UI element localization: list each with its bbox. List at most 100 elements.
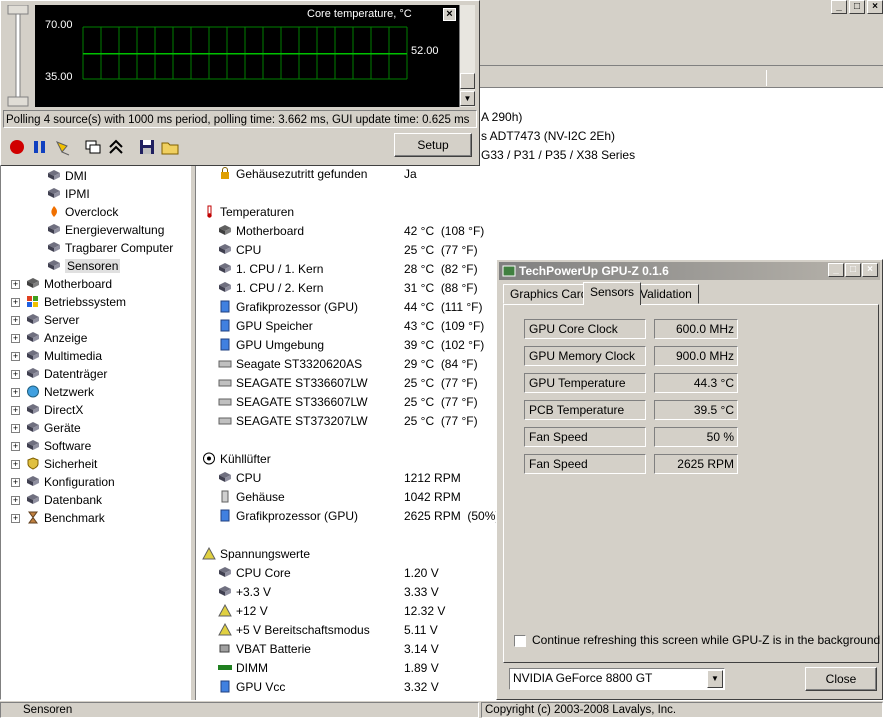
gpuz-minimize-button[interactable]: _: [828, 263, 844, 277]
monitor-icon: [26, 331, 44, 345]
expand-icon[interactable]: +: [11, 388, 20, 397]
sensor-row[interactable]: CPU Core: [218, 564, 291, 583]
sensor-row[interactable]: Grafikprozessor (GPU): [218, 298, 358, 317]
setup-button[interactable]: Setup: [394, 133, 472, 157]
expand-icon[interactable]: +: [11, 370, 20, 379]
gpuz-titlebar[interactable]: TechPowerUp GPU-Z 0.1.6 _ □ ×: [499, 262, 880, 280]
sensor-row[interactable]: SEAGATE ST373207LW: [218, 412, 368, 431]
expand-icon[interactable]: +: [11, 424, 20, 433]
expand-icon[interactable]: +: [11, 460, 20, 469]
minimize-button[interactable]: _: [831, 0, 847, 14]
tree-item[interactable]: + Multimedia: [11, 347, 102, 366]
scrollbar-thumb[interactable]: [460, 73, 475, 89]
laptop-icon: [47, 241, 65, 255]
gpuz-close-icon[interactable]: ×: [862, 263, 878, 277]
close-button[interactable]: Close: [805, 667, 877, 691]
tree-item[interactable]: + Benchmark: [11, 509, 105, 528]
maximize-button[interactable]: □: [849, 0, 865, 14]
expand-icon[interactable]: +: [11, 478, 20, 487]
section-header[interactable]: Spannungswerte: [202, 545, 310, 564]
tab-validation[interactable]: Validation: [633, 284, 699, 304]
sensor-row[interactable]: GPU Speicher: [218, 317, 313, 336]
tree-item[interactable]: + Server: [11, 311, 79, 330]
sensor-row[interactable]: Gehäusezutritt gefunden: [218, 165, 367, 184]
windows-icon[interactable]: [83, 137, 103, 157]
graphics-card-select[interactable]: NVIDIA GeForce 8800 GT ▼: [509, 668, 725, 690]
sensor-row[interactable]: VBAT Batterie: [218, 640, 311, 659]
sensor-row[interactable]: 1. CPU / 1. Kern: [218, 260, 323, 279]
sensor-row[interactable]: +3.3 V: [218, 583, 271, 602]
record-icon[interactable]: [7, 137, 27, 157]
tree-item[interactable]: + Konfiguration: [11, 473, 115, 492]
expand-icon[interactable]: +: [11, 514, 20, 523]
section-header[interactable]: Kühllüfter: [202, 450, 271, 469]
tab-graphics-card[interactable]: Graphics Card: [503, 284, 595, 304]
sensor-label: Fan Speed: [524, 454, 646, 474]
expand-icon[interactable]: +: [11, 352, 20, 361]
tree-item[interactable]: + Software: [11, 437, 91, 456]
expand-icon[interactable]: +: [11, 298, 20, 307]
sensor-graph-window: 70.00 35.00 52.00 Core temperature, °C ×…: [0, 0, 480, 166]
tree-item[interactable]: + Geräte: [11, 419, 81, 438]
sensor-value: 43 °C (109 °F): [404, 319, 485, 333]
sensor-label: PCB Temperature: [524, 400, 646, 420]
sensor-row[interactable]: SEAGATE ST336607LW: [218, 393, 368, 412]
pin-icon[interactable]: [53, 137, 73, 157]
expand-icon[interactable]: +: [11, 280, 20, 289]
tree-item[interactable]: + Anzeige: [11, 329, 87, 348]
sensor-row[interactable]: CPU: [218, 241, 261, 260]
column-separator[interactable]: [766, 70, 767, 86]
sensor-row[interactable]: GPU Umgebung: [218, 336, 324, 355]
chevron-down-icon[interactable]: ▼: [707, 670, 723, 688]
expand-icon[interactable]: +: [11, 406, 20, 415]
tree-item[interactable]: + DirectX: [11, 401, 83, 420]
folder-icon[interactable]: [160, 137, 180, 157]
sensor-value: 1212 RPM: [404, 471, 461, 485]
sensor-row[interactable]: 1. CPU / 2. Kern: [218, 279, 323, 298]
expand-icon[interactable]: +: [11, 442, 20, 451]
tree-item[interactable]: Sensoren: [47, 257, 121, 276]
gpuz-maximize-button[interactable]: □: [845, 263, 861, 277]
sensor-row[interactable]: CPU: [218, 469, 261, 488]
column-header[interactable]: [470, 68, 883, 88]
navigation-tree[interactable]: DMI IPMI Overclock Energieverwaltung Tragbar…: [0, 165, 191, 700]
scroll-down-icon[interactable]: ▼: [460, 91, 475, 106]
sensor-row[interactable]: Grafikprozessor (GPU): [218, 507, 358, 526]
close-button[interactable]: ×: [867, 0, 883, 14]
collapse-icon[interactable]: [106, 137, 126, 157]
tab-sensors[interactable]: Sensors: [583, 282, 642, 305]
tree-item[interactable]: Overclock: [47, 203, 118, 222]
graph-scrollbar[interactable]: ▼: [459, 5, 475, 107]
graph-close-button[interactable]: ×: [443, 8, 456, 21]
tree-item[interactable]: + Sicherheit: [11, 455, 97, 474]
expand-icon[interactable]: +: [11, 496, 20, 505]
tree-item[interactable]: + Netzwerk: [11, 383, 94, 402]
sensor-row[interactable]: Motherboard: [218, 222, 304, 241]
tree-item[interactable]: + Datenträger: [11, 365, 107, 384]
section-header[interactable]: Temperaturen: [202, 203, 294, 222]
sensor-row[interactable]: Gehäuse: [218, 488, 285, 507]
tree-item[interactable]: DMI: [47, 167, 87, 186]
range-slider[interactable]: [5, 5, 31, 107]
continue-refresh-checkbox[interactable]: [514, 635, 526, 647]
pause-icon[interactable]: [30, 137, 50, 157]
expand-icon[interactable]: +: [11, 334, 20, 343]
tree-item[interactable]: Tragbarer Computer: [47, 239, 173, 258]
tree-item[interactable]: + Datenbank: [11, 491, 102, 510]
save-icon[interactable]: [137, 137, 157, 157]
sensor-row[interactable]: GPU Vcc: [218, 678, 285, 697]
sensor-row[interactable]: +12 V: [218, 602, 268, 621]
sensor-row[interactable]: DIMM: [218, 659, 268, 678]
sensor-row[interactable]: SEAGATE ST336607LW: [218, 374, 368, 393]
sensor-label: DIMM: [236, 661, 268, 675]
expand-icon[interactable]: +: [11, 316, 20, 325]
thermometer-icon: [202, 205, 220, 219]
tree-item[interactable]: + Betriebssystem: [11, 293, 126, 312]
motherboard-icon: [218, 224, 236, 238]
sensor-row[interactable]: Seagate ST3320620AS: [218, 355, 362, 374]
tree-item-label: Datenträger: [44, 367, 108, 381]
tree-item[interactable]: Energieverwaltung: [47, 221, 164, 240]
tree-item[interactable]: + Motherboard: [11, 275, 112, 294]
sensor-row[interactable]: +5 V Bereitschaftsmodus: [218, 621, 370, 640]
tree-item[interactable]: IPMI: [47, 185, 90, 204]
